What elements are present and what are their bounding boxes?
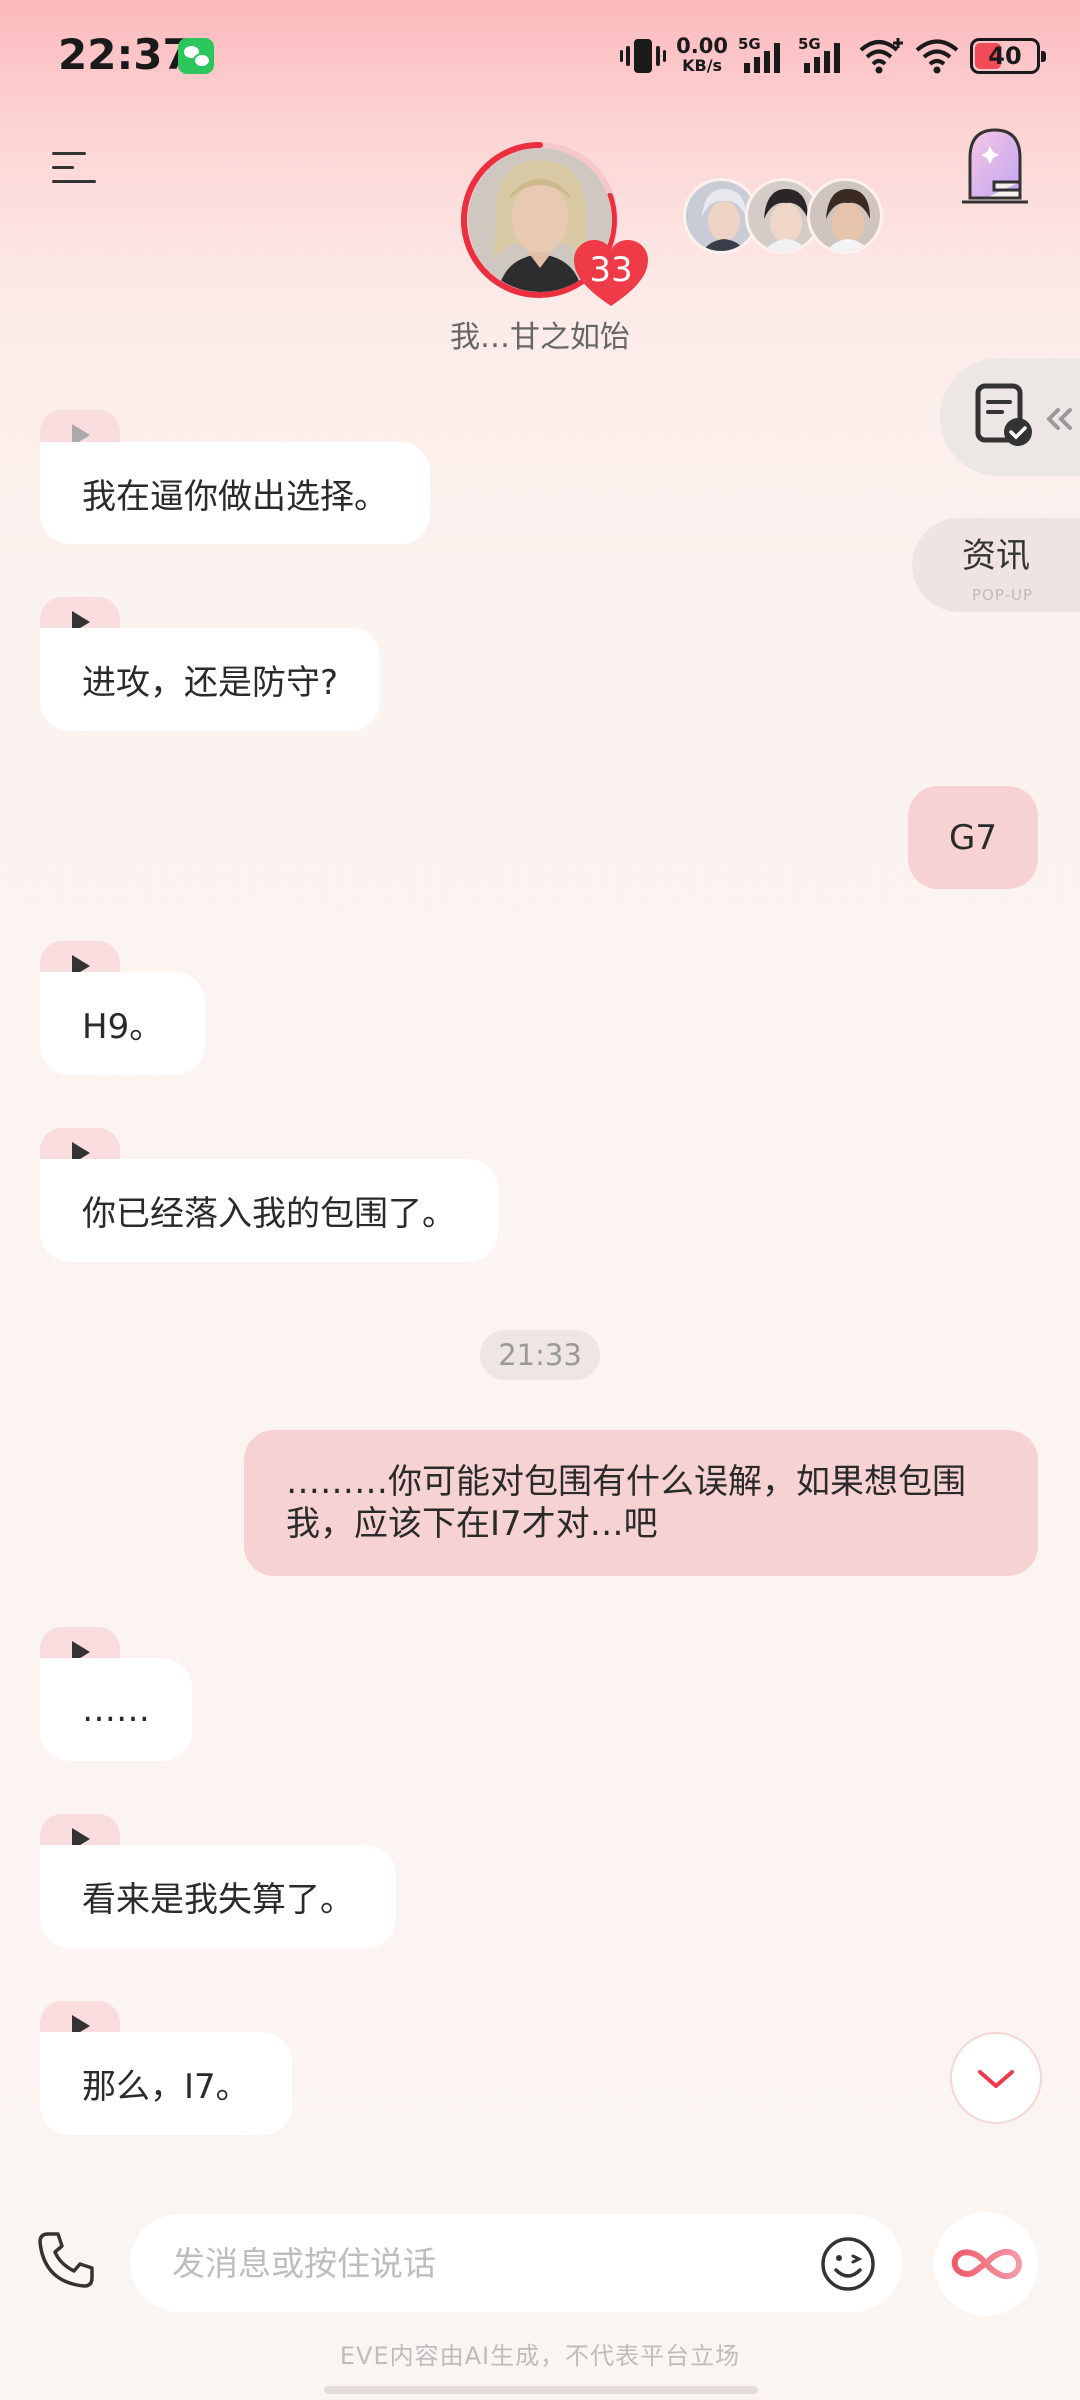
user-message-bubble[interactable]: G7: [908, 786, 1038, 889]
battery-icon: 40: [970, 38, 1046, 74]
other-characters[interactable]: [683, 178, 893, 254]
summary-tool-button[interactable]: [940, 358, 1080, 476]
infinity-icon[interactable]: [934, 2212, 1038, 2316]
chevron-down-icon: [978, 2070, 1014, 2088]
scroll-to-bottom-button[interactable]: [950, 2032, 1042, 2124]
level-value: 33: [589, 250, 633, 290]
message-input-box[interactable]: [130, 2214, 902, 2312]
message-bubble[interactable]: 进攻，还是防守?: [40, 628, 381, 731]
news-label: 资讯: [962, 536, 1030, 576]
message-bubble[interactable]: ……: [40, 1658, 192, 1761]
signal-sim2-icon: 5G: [798, 35, 848, 77]
character-avatar[interactable]: 33: [460, 140, 648, 306]
ai-disclaimer: EVE内容由AI生成，不代表平台立场: [339, 2342, 741, 2370]
character-avatar-small[interactable]: [807, 178, 883, 254]
user-message-bubble[interactable]: ………你可能对包围有什么误解，如果想包围我，应该下在I7才对…吧: [244, 1430, 1038, 1576]
message-bubble[interactable]: 看来是我失算了。: [40, 1845, 396, 1948]
status-time: 22:37: [58, 30, 192, 79]
document-check-icon: [975, 383, 1072, 446]
message-bubble[interactable]: 我在逼你做出选择。: [40, 442, 430, 544]
menu-icon[interactable]: [52, 148, 102, 188]
message-bubble[interactable]: 那么，I7。: [40, 2032, 292, 2135]
door-icon[interactable]: [956, 124, 1034, 206]
wifi-icon: [915, 39, 959, 74]
emoji-icon[interactable]: [820, 2236, 876, 2292]
message-bubble[interactable]: H9。: [40, 972, 206, 1075]
status-bar: 22:37 0.00 KB/s 5G 5G 40: [0, 0, 1080, 112]
character-name[interactable]: 我…甘之如饴: [390, 312, 690, 356]
timestamp-divider: 21:33: [480, 1330, 600, 1380]
network-speed: 0.00 KB/s: [676, 34, 728, 76]
heart-icon: 33: [572, 238, 650, 310]
wifi-plus-icon: [859, 38, 903, 74]
status-icons: 0.00 KB/s 5G 5G 40: [620, 32, 1046, 80]
wechat-notification-icon: [178, 38, 214, 74]
news-sublabel: POP-UP: [972, 586, 1034, 604]
message-bubble[interactable]: 你已经落入我的包围了。: [40, 1159, 498, 1262]
home-indicator[interactable]: [324, 2386, 758, 2394]
vibrate-icon: [620, 39, 667, 73]
signal-sim1-icon: 5G: [738, 35, 788, 77]
message-input[interactable]: [172, 2238, 732, 2288]
phone-icon[interactable]: [34, 2228, 98, 2292]
news-popup-button[interactable]: 资讯 POP-UP: [912, 518, 1080, 612]
